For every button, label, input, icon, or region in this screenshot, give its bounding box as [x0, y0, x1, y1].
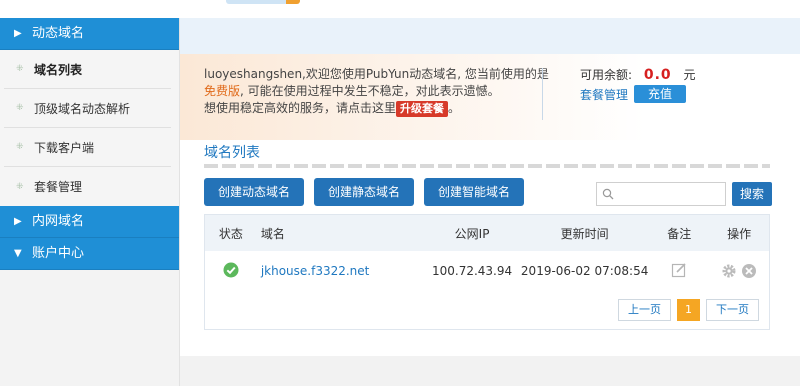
- top-bar: [0, 0, 800, 18]
- top-tab-sliver[interactable]: [226, 0, 288, 4]
- settings-gear-icon[interactable]: [721, 263, 737, 279]
- main-header-band: [180, 18, 800, 54]
- top-tab-accent: [286, 0, 300, 4]
- welcome-text: luoyeshangshen,欢迎您使用PubYun动态域名, 您当前使用的是: [204, 67, 549, 81]
- balance-display: 可用余额: 0.0 元: [580, 66, 696, 83]
- create-dynamic-domain-button[interactable]: 创建动态域名: [204, 178, 305, 206]
- triangle-right-icon: ▶: [14, 215, 22, 227]
- dashed-divider: [204, 164, 770, 168]
- recharge-button[interactable]: 充值: [634, 85, 687, 103]
- actions-cell: [709, 263, 769, 279]
- column-header-ip: 公网IP: [454, 226, 490, 241]
- domain-table: 状态 域名 公网IP 更新时间 备注 操作 jkhouse.f3322.net …: [204, 214, 770, 330]
- prev-page-button[interactable]: 上一页: [618, 299, 671, 321]
- sidebar-item-label: 套餐管理: [34, 180, 83, 194]
- sidebar-item-download-client[interactable]: ⁜ 下载客户端: [4, 128, 171, 167]
- balance-label: 可用余额:: [580, 68, 633, 82]
- sidebar-section-label: 动态域名: [32, 25, 85, 41]
- search-icon: [602, 188, 614, 200]
- stability-text: , 可能在使用过程中发生不稳定，对此表示遗憾。: [240, 84, 500, 98]
- create-buttons: 创建动态域名 创建静态域名 创建智能域名: [204, 178, 525, 206]
- sidebar-item-domain-list[interactable]: ⁜ 域名列表: [4, 50, 171, 89]
- upgrade-prompt: 想使用稳定高效的服务，请点击这里: [204, 101, 397, 115]
- upgrade-prompt-end: 。: [448, 101, 461, 115]
- footer-band: [180, 356, 800, 386]
- sidebar-section-intranet-domain[interactable]: ▶ 内网域名: [0, 206, 179, 238]
- balance-unit: 元: [683, 68, 696, 82]
- column-header-domain: 域名: [260, 226, 285, 241]
- column-header-note: 备注: [667, 226, 692, 241]
- status-cell: [205, 262, 257, 281]
- create-static-domain-button[interactable]: 创建静态域名: [314, 178, 415, 206]
- package-actions: 套餐管理 充值: [580, 85, 687, 103]
- sidebar-section-label: 账户中心: [32, 245, 85, 261]
- page: ▶ 动态域名 ⁜ 域名列表 ⁜ 顶级域名动态解析 ⁜ 下载客户端 ⁜ 套餐管理 …: [0, 0, 800, 386]
- updated-cell: 2019-06-02 07:08:54: [520, 264, 649, 278]
- note-cell: [649, 262, 709, 281]
- table-header: 状态 域名 公网IP 更新时间 备注 操作: [205, 215, 769, 251]
- bullet-icon: ⁜: [16, 142, 24, 152]
- divider: [542, 68, 543, 120]
- table-row: jkhouse.f3322.net 100.72.43.94 2019-06-0…: [205, 251, 769, 291]
- domain-cell: jkhouse.f3322.net: [257, 264, 424, 278]
- triangle-down-icon: ▼: [14, 247, 22, 259]
- sidebar-section-account-center[interactable]: ▼ 账户中心: [0, 238, 179, 270]
- domain-list-title: 域名列表: [204, 145, 260, 161]
- pagination: 上一页 1 下一页: [618, 299, 759, 321]
- welcome-notice: luoyeshangshen,欢迎您使用PubYun动态域名, 您当前使用的是 …: [180, 54, 800, 140]
- column-header-updated: 更新时间: [560, 226, 609, 241]
- search-input[interactable]: [596, 182, 726, 206]
- sidebar-section-label: 内网域名: [32, 213, 85, 229]
- sidebar-items: ⁜ 域名列表 ⁜ 顶级域名动态解析 ⁜ 下载客户端 ⁜ 套餐管理: [0, 50, 179, 206]
- delete-icon[interactable]: [741, 263, 757, 279]
- domain-link[interactable]: jkhouse.f3322.net: [261, 264, 370, 278]
- page-1-button[interactable]: 1: [677, 299, 700, 321]
- bullet-icon: ⁜: [16, 181, 24, 192]
- balance-amount: 0.0: [643, 67, 672, 83]
- sidebar-item-package-management[interactable]: ⁜ 套餐管理: [4, 167, 171, 206]
- sidebar-item-label: 顶级域名动态解析: [34, 101, 131, 116]
- next-page-button[interactable]: 下一页: [706, 299, 759, 321]
- sidebar-section-dynamic-domain[interactable]: ▶ 动态域名: [0, 18, 179, 50]
- status-ok-icon: [223, 262, 239, 277]
- upgrade-button[interactable]: 升级套餐: [396, 101, 449, 117]
- column-header-actions: 操作: [727, 226, 752, 241]
- sidebar-item-label: 下载客户端: [34, 140, 95, 155]
- ip-cell: 100.72.43.94: [431, 264, 513, 278]
- bullet-icon: ⁜: [16, 64, 24, 74]
- create-smart-domain-button[interactable]: 创建智能域名: [424, 178, 525, 206]
- sidebar: ▶ 动态域名 ⁜ 域名列表 ⁜ 顶级域名动态解析 ⁜ 下载客户端 ⁜ 套餐管理 …: [0, 18, 180, 386]
- search-button[interactable]: 搜索: [732, 182, 772, 206]
- edit-icon[interactable]: [671, 262, 687, 278]
- column-header-status: 状态: [218, 226, 243, 241]
- welcome-message: luoyeshangshen,欢迎您使用PubYun动态域名, 您当前使用的是 …: [204, 66, 554, 117]
- main-content: luoyeshangshen,欢迎您使用PubYun动态域名, 您当前使用的是 …: [180, 18, 800, 386]
- bullet-icon: ⁜: [16, 103, 24, 113]
- sidebar-item-label: 域名列表: [34, 62, 83, 77]
- package-management-link[interactable]: 套餐管理: [580, 86, 628, 103]
- sidebar-item-top-level-domain[interactable]: ⁜ 顶级域名动态解析: [4, 89, 171, 128]
- free-plan-label: 免费版: [204, 84, 241, 98]
- triangle-right-icon: ▶: [14, 27, 22, 39]
